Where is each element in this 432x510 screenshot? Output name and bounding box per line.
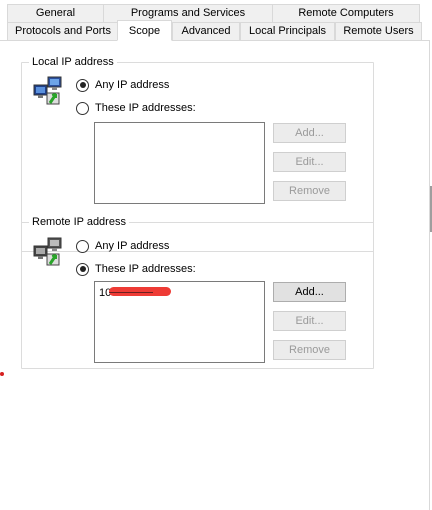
tab-label: Programs and Services	[130, 7, 246, 19]
local-remove-button[interactable]: Remove	[273, 181, 346, 201]
tab-remote-users[interactable]: Remote Users	[335, 22, 422, 40]
remote-remove-button[interactable]: Remove	[273, 340, 346, 360]
local-add-button[interactable]: Add...	[273, 123, 346, 143]
remote-ip-entry[interactable]: 10	[95, 282, 264, 302]
tab-label: Remote Users	[343, 25, 414, 37]
tab-protocols-and-ports[interactable]: Protocols and Ports	[7, 22, 119, 40]
remote-these-ip-radio[interactable]	[76, 262, 89, 276]
remote-ip-group: Remote IP address Any IP address These I…	[21, 215, 374, 369]
tab-label: Scope	[128, 25, 161, 37]
local-ip-list[interactable]	[94, 122, 265, 204]
remote-any-ip-radio[interactable]	[76, 239, 89, 253]
remote-these-ip-label: These IP addresses:	[95, 263, 196, 275]
network-computers-icon	[33, 76, 67, 106]
tab-remote-computers[interactable]: Remote Computers	[272, 4, 420, 22]
tab-scope[interactable]: Scope	[117, 20, 172, 41]
remote-ip-group-title: Remote IP address	[29, 215, 129, 229]
local-these-ip-radio[interactable]	[76, 101, 89, 115]
remote-edit-button[interactable]: Edit...	[273, 311, 346, 331]
tab-advanced[interactable]: Advanced	[172, 22, 240, 40]
local-edit-button[interactable]: Edit...	[273, 152, 346, 172]
local-any-ip-option[interactable]: Any IP address	[76, 77, 169, 93]
local-these-ip-label: These IP addresses:	[95, 102, 196, 114]
local-any-ip-label: Any IP address	[95, 79, 170, 91]
tab-row-top: General Programs and Services Remote Com…	[0, 4, 432, 22]
remote-any-ip-option[interactable]: Any IP address	[76, 238, 169, 254]
tab-label: Protocols and Ports	[15, 25, 111, 37]
tab-label: Remote Computers	[298, 7, 394, 19]
remote-any-ip-label: Any IP address	[95, 240, 170, 252]
tab-general[interactable]: General	[7, 4, 104, 22]
tab-label: Local Principals	[248, 25, 327, 37]
tab-local-principals[interactable]: Local Principals	[240, 22, 335, 40]
scope-tab-panel: Local IP address Any IP address These IP…	[0, 40, 430, 510]
tab-label: Advanced	[181, 25, 231, 37]
local-ip-group-title: Local IP address	[29, 55, 117, 69]
edge-dot	[0, 372, 4, 376]
redaction-line	[109, 292, 153, 293]
local-these-ip-option[interactable]: These IP addresses:	[76, 100, 196, 116]
tab-row-bottom: Protocols and Ports Scope Advanced Local…	[0, 20, 432, 41]
network-computers-icon	[33, 237, 67, 267]
remote-these-ip-option[interactable]: These IP addresses:	[76, 261, 196, 277]
tab-label: General	[35, 7, 76, 19]
remote-ip-list[interactable]: 10	[94, 281, 265, 363]
local-any-ip-radio[interactable]	[76, 78, 89, 92]
remote-add-button[interactable]: Add...	[273, 282, 346, 302]
